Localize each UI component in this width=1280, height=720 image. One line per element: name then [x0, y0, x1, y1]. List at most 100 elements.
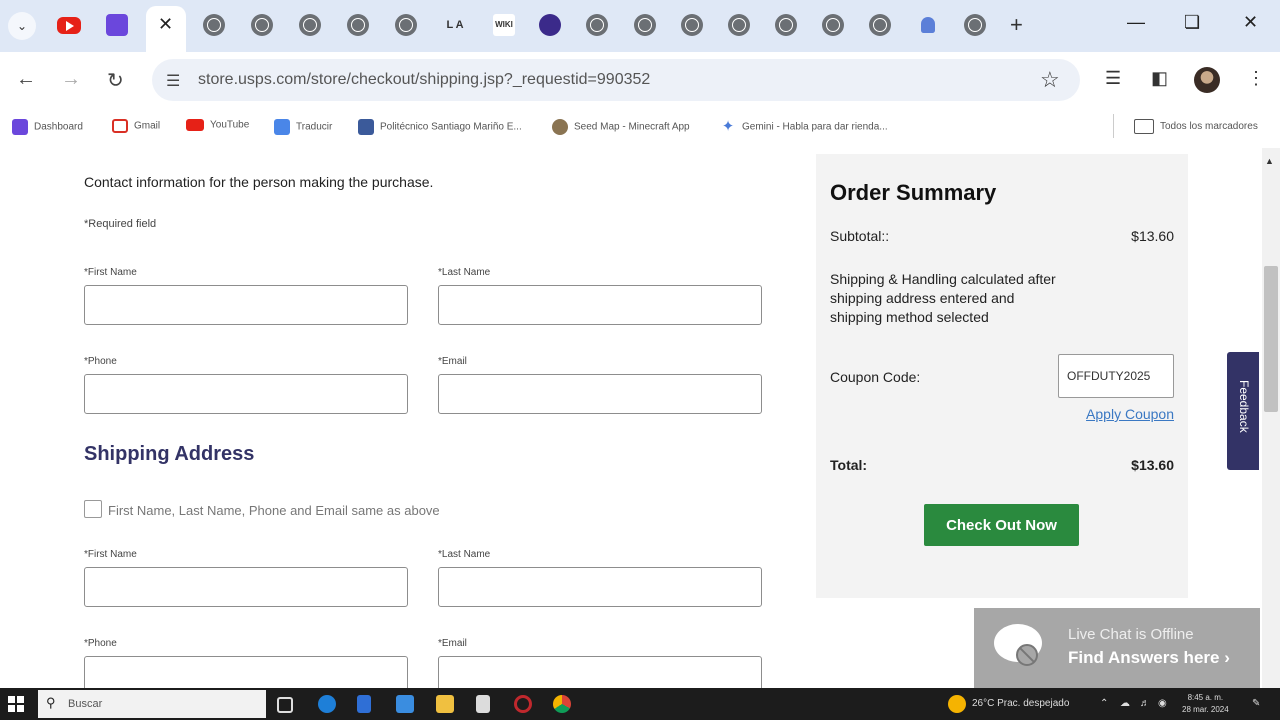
shipping-last-name-field[interactable]: [438, 567, 762, 607]
new-tab-button[interactable]: +: [1010, 12, 1023, 38]
phone-field[interactable]: [84, 374, 408, 414]
total-value: $13.60: [1131, 457, 1174, 473]
bookmark-seed-map[interactable]: Seed Map - Minecraft App: [552, 119, 690, 137]
gemini-sparkle-icon: ✦: [721, 118, 735, 135]
edge-icon[interactable]: [318, 695, 336, 713]
folder-icon: [1134, 119, 1154, 134]
scrollbar-thumb[interactable]: [1264, 266, 1278, 412]
back-arrow-icon[interactable]: ←: [16, 68, 36, 91]
restore-button[interactable]: ❏: [1184, 12, 1200, 33]
file-explorer-icon[interactable]: [436, 695, 454, 713]
offline-icon: [1016, 644, 1038, 666]
globe-icon[interactable]: [775, 14, 797, 36]
address-bar[interactable]: ☰ store.usps.com/store/checkout/shipping…: [152, 59, 1080, 101]
bell-icon[interactable]: [921, 17, 935, 33]
globe-icon[interactable]: [347, 14, 369, 36]
reading-list-icon[interactable]: ☰: [1105, 68, 1121, 89]
globe-icon[interactable]: [586, 14, 608, 36]
bluetooth-icon[interactable]: [357, 695, 371, 713]
shipping-first-name-field[interactable]: [84, 567, 408, 607]
tab-strip: ⌄ ✕ L A WIKI + — ❏ ✕: [0, 0, 1280, 52]
bookmark-gemini[interactable]: ✦ Gemini - Habla para dar rienda...: [720, 119, 888, 137]
globe-icon[interactable]: [869, 14, 891, 36]
tab-search-chevron-icon[interactable]: ⌄: [8, 12, 36, 40]
la-icon[interactable]: L A: [444, 14, 466, 36]
apply-coupon-link[interactable]: Apply Coupon: [1086, 406, 1174, 422]
mail-icon[interactable]: [396, 695, 414, 713]
shipping-email-field[interactable]: [438, 656, 762, 688]
address-url[interactable]: store.usps.com/store/checkout/shipping.j…: [198, 71, 650, 89]
contact-intro: Contact information for the person makin…: [84, 174, 434, 190]
menu-dots-icon[interactable]: ⋮: [1247, 68, 1265, 89]
globe-icon[interactable]: [728, 14, 750, 36]
search-icon: ⚲: [46, 695, 56, 710]
opera-icon[interactable]: [514, 695, 532, 713]
feedback-tab[interactable]: Feedback: [1227, 352, 1259, 470]
document-icon[interactable]: [476, 695, 490, 713]
bookmark-politecnico[interactable]: Politécnico Santiago Mariño E...: [358, 119, 522, 137]
avatar[interactable]: [1194, 67, 1220, 93]
shipping-first-name-label: *First Name: [84, 549, 137, 560]
coupon-code-input[interactable]: [1058, 354, 1174, 398]
taskbar-clock[interactable]: 8:45 a. m. 28 mar. 2024: [1182, 692, 1229, 716]
windows-taskbar: ⚲ Buscar 26°C Prac. despejado ⌃ ☁ ♬ ◉ 8:…: [0, 688, 1280, 720]
check-out-now-button[interactable]: Check Out Now: [924, 504, 1079, 546]
side-panel-icon[interactable]: ◧: [1151, 68, 1168, 89]
browser-toolbar: ← → ↻ ☰ store.usps.com/store/checkout/sh…: [0, 52, 1280, 108]
twitch-icon[interactable]: [106, 14, 128, 36]
first-name-field[interactable]: [84, 285, 408, 325]
bookmark-star-icon[interactable]: ☆: [1040, 67, 1060, 93]
bookmark-all-folder[interactable]: Todos los marcadores: [1134, 119, 1258, 137]
last-name-field[interactable]: [438, 285, 762, 325]
required-note: *Required field: [84, 218, 157, 230]
bookmark-traducir[interactable]: Traducir: [274, 119, 332, 137]
shipping-phone-field[interactable]: [84, 656, 408, 688]
task-view-icon[interactable]: [277, 697, 293, 713]
notifications-icon[interactable]: ✎: [1252, 698, 1260, 709]
total-label: Total:: [830, 457, 868, 473]
close-icon[interactable]: ✕: [158, 14, 173, 35]
forward-arrow-icon[interactable]: →: [61, 68, 81, 91]
shipping-address-heading: Shipping Address: [84, 443, 255, 465]
site-settings-icon[interactable]: ☰: [166, 71, 180, 91]
network-icon[interactable]: ☁: [1120, 698, 1130, 709]
windows-start-icon[interactable]: [8, 696, 24, 712]
subtotal-value: $13.60: [1131, 228, 1174, 244]
scrollbar-track[interactable]: [1262, 148, 1280, 688]
purple-icon[interactable]: [539, 14, 561, 36]
gmail-icon: [112, 119, 128, 133]
coupon-label: Coupon Code:: [830, 369, 921, 385]
scroll-up-arrow-icon[interactable]: ▲: [1265, 156, 1274, 166]
globe-icon[interactable]: [681, 14, 703, 36]
weather-text[interactable]: 26°C Prac. despejado: [972, 698, 1069, 709]
bookmark-gmail[interactable]: Gmail: [112, 119, 160, 137]
live-chat-widget[interactable]: Live Chat is Offline Find Answers here ›: [974, 608, 1260, 688]
minimize-button[interactable]: —: [1127, 12, 1145, 33]
globe-icon[interactable]: [964, 14, 986, 36]
globe-icon[interactable]: [634, 14, 656, 36]
window-close-button[interactable]: ✕: [1243, 12, 1258, 33]
language-icon[interactable]: ◉: [1158, 698, 1167, 709]
reload-icon[interactable]: ↻: [107, 68, 124, 93]
tray-chevron-icon[interactable]: ⌃: [1100, 698, 1108, 709]
globe-icon[interactable]: [395, 14, 417, 36]
globe-icon[interactable]: [822, 14, 844, 36]
volume-icon[interactable]: ♬: [1140, 698, 1150, 709]
order-summary-title: Order Summary: [830, 180, 997, 205]
find-answers-link[interactable]: Find Answers here ›: [1068, 648, 1230, 668]
same-as-above-label[interactable]: First Name, Last Name, Phone and Email s…: [108, 503, 440, 518]
globe-icon[interactable]: [299, 14, 321, 36]
youtube-icon[interactable]: [57, 17, 81, 34]
globe-icon[interactable]: [203, 14, 225, 36]
bookmark-dashboard[interactable]: Dashboard: [12, 119, 83, 137]
order-summary: Order Summary Subtotal:: $13.60 Shipping…: [816, 154, 1188, 598]
bookmarks-bar: Dashboard Gmail YouTube Traducir Politéc…: [0, 108, 1280, 148]
wiki-icon[interactable]: WIKI: [493, 14, 515, 36]
globe-icon[interactable]: [251, 14, 273, 36]
bookmark-youtube[interactable]: YouTube: [186, 119, 249, 137]
same-as-above-checkbox[interactable]: [84, 500, 102, 518]
translate-icon: [274, 119, 290, 135]
email-field[interactable]: [438, 374, 762, 414]
taskbar-search[interactable]: ⚲ Buscar: [38, 690, 266, 718]
chrome-icon[interactable]: [553, 695, 571, 713]
